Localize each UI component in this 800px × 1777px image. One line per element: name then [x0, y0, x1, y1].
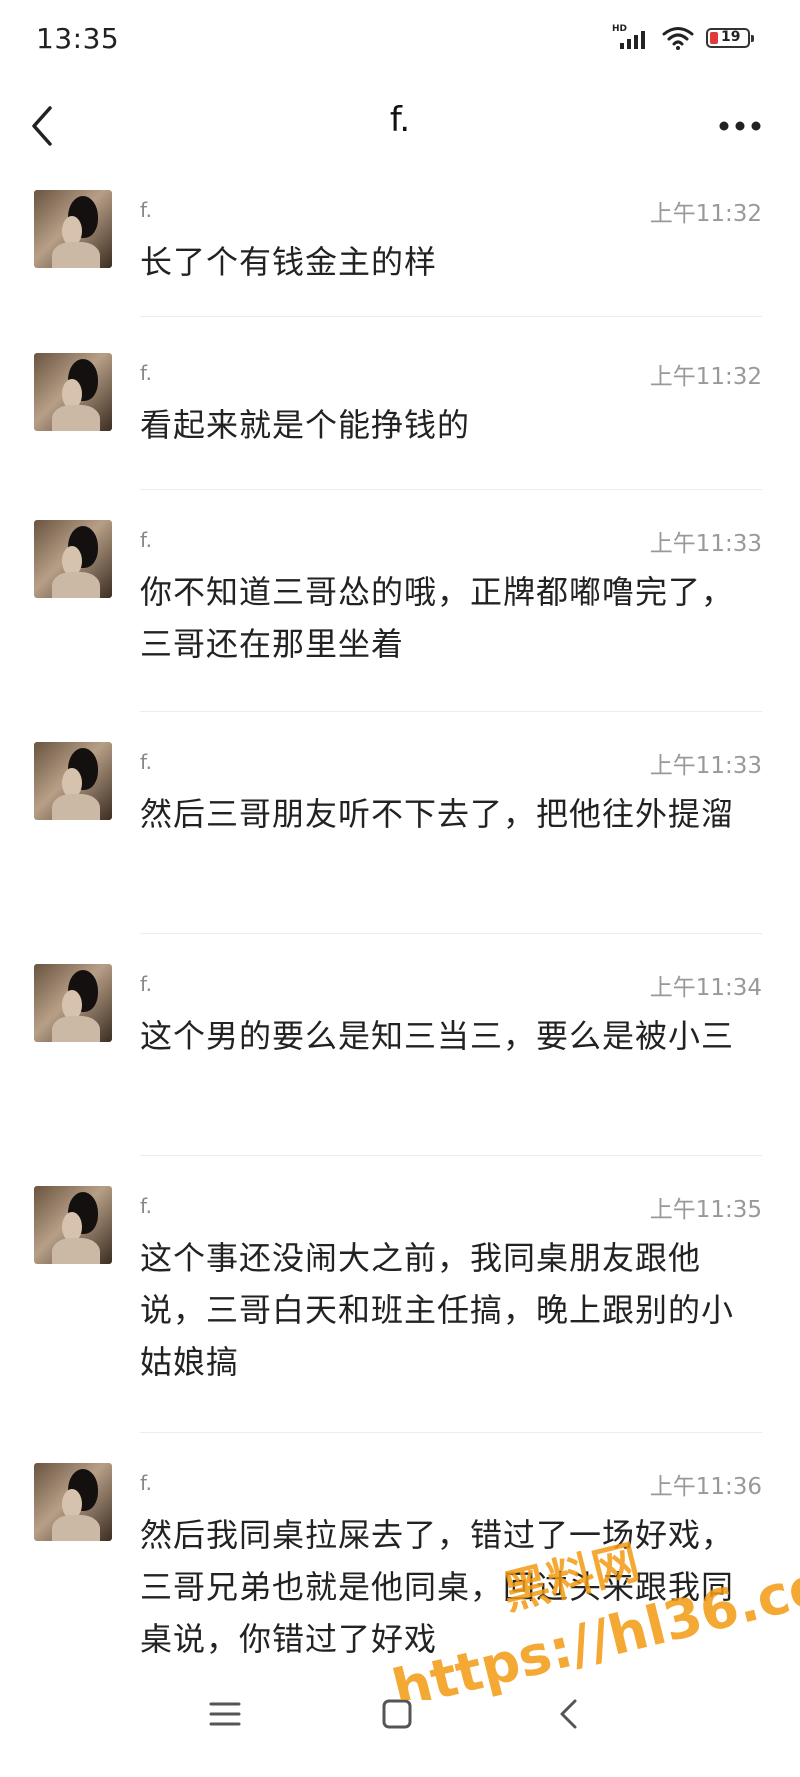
- system-navigation-bar: [0, 1660, 800, 1777]
- message-time: 上午11:36: [649, 1474, 762, 1500]
- message-time: 上午11:32: [649, 201, 762, 227]
- message-divider: [140, 316, 762, 317]
- home-square-icon: [382, 1699, 412, 1729]
- message-text: 看起来就是个能挣钱的: [140, 406, 471, 444]
- battery-icon: 19: [706, 28, 754, 48]
- message-text: 长了个有钱金主的样: [140, 243, 438, 281]
- message-sender: f.: [140, 361, 152, 385]
- back-arrow-icon: [560, 1699, 577, 1729]
- status-time: 13:35: [36, 22, 120, 55]
- recent-apps-button[interactable]: [205, 1698, 265, 1742]
- message-item[interactable]: f. 上午11:32 长了个有钱金主的样: [0, 176, 800, 316]
- status-icons: HD 19: [612, 25, 754, 50]
- cellular-signal-icon: HD: [612, 25, 650, 49]
- status-bar: 13:35 HD 19: [0, 0, 800, 80]
- more-horizontal-icon: [719, 121, 761, 131]
- message-list[interactable]: f. 上午11:32 长了个有钱金主的样 f. 上午11:32 看起来就是个能挣…: [0, 176, 800, 1656]
- message-sender: f.: [140, 1194, 152, 1218]
- message-divider: [140, 1155, 762, 1156]
- message-text: 这个事还没闹大之前，我同桌朋友跟他说，三哥白天和班主任搞，晚上跟别的小姑娘搞: [140, 1239, 735, 1381]
- avatar[interactable]: [34, 1463, 112, 1541]
- home-button[interactable]: [380, 1698, 440, 1742]
- message-sender: f.: [140, 528, 152, 552]
- wifi-icon: [662, 27, 694, 50]
- message-sender: f.: [140, 1471, 152, 1495]
- more-options-button[interactable]: [714, 108, 764, 148]
- battery-level: 19: [721, 29, 741, 45]
- message-sender: f.: [140, 750, 152, 774]
- message-time: 上午11:32: [649, 364, 762, 390]
- message-item[interactable]: f. 上午11:32 看起来就是个能挣钱的: [0, 339, 800, 479]
- message-item[interactable]: f. 上午11:34 这个男的要么是知三当三，要么是被小三: [0, 950, 800, 1145]
- chat-header: f.: [0, 80, 800, 176]
- system-back-button[interactable]: [555, 1698, 615, 1742]
- message-sender: f.: [140, 972, 152, 996]
- message-item[interactable]: f. 上午11:33 然后三哥朋友听不下去了，把他往外提溜: [0, 728, 800, 923]
- avatar[interactable]: [34, 1186, 112, 1264]
- menu-icon: [209, 1702, 241, 1726]
- message-divider: [140, 489, 762, 490]
- avatar[interactable]: [34, 190, 112, 268]
- message-text: 然后三哥朋友听不下去了，把他往外提溜: [140, 795, 735, 833]
- message-divider: [140, 933, 762, 934]
- message-text: 这个男的要么是知三当三，要么是被小三: [140, 1017, 735, 1055]
- message-time: 上午11:35: [649, 1197, 762, 1223]
- message-text: 你不知道三哥怂的哦，正牌都嘟噜完了，三哥还在那里坐着: [140, 573, 735, 663]
- message-time: 上午11:34: [649, 975, 762, 1001]
- message-text: 然后我同桌拉屎去了，错过了一场好戏，三哥兄弟也就是他同桌，回过头来跟我同桌说，你…: [140, 1516, 735, 1656]
- message-item[interactable]: f. 上午11:35 这个事还没闹大之前，我同桌朋友跟他说，三哥白天和班主任搞，…: [0, 1172, 800, 1422]
- avatar[interactable]: [34, 742, 112, 820]
- message-time: 上午11:33: [649, 753, 762, 779]
- message-item[interactable]: f. 上午11:36 然后我同桌拉屎去了，错过了一场好戏，三哥兄弟也就是他同桌，…: [0, 1449, 800, 1656]
- message-divider: [140, 1432, 762, 1433]
- chat-title: f.: [389, 100, 411, 140]
- message-time: 上午11:33: [649, 531, 762, 557]
- avatar[interactable]: [34, 353, 112, 431]
- message-divider: [140, 711, 762, 712]
- avatar[interactable]: [34, 520, 112, 598]
- message-item[interactable]: f. 上午11:33 你不知道三哥怂的哦，正牌都嘟噜完了，三哥还在那里坐着: [0, 506, 800, 701]
- message-sender: f.: [140, 198, 152, 222]
- avatar[interactable]: [34, 964, 112, 1042]
